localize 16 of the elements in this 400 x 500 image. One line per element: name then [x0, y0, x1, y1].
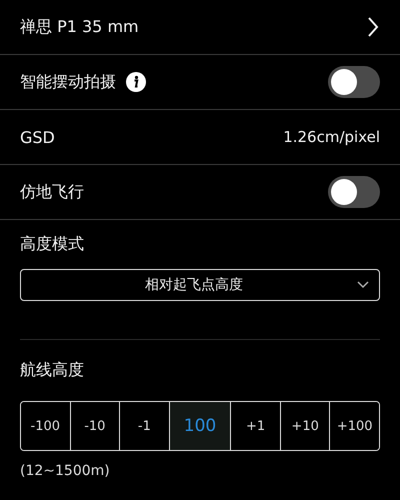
setting-value: 1.26cm/pixel [283, 128, 380, 146]
toggle-switch[interactable] [328, 176, 380, 208]
range-hint: (12~1500m) [20, 463, 110, 479]
toggle-switch[interactable] [328, 66, 380, 98]
step-button[interactable]: -100 [21, 402, 71, 450]
chevron-right-icon[interactable] [366, 16, 380, 38]
altitude-value: 100 [170, 402, 232, 450]
setting-label: 智能摆动拍摄 [20, 72, 116, 92]
setting-label: GSD [20, 128, 55, 146]
info-icon[interactable] [126, 72, 146, 92]
section-label: 航线高度 [20, 360, 84, 381]
altitude-mode-dropdown[interactable]: 相对起飞点高度 [20, 269, 380, 301]
setting-label: 仿地飞行 [20, 182, 84, 202]
section-label: 高度模式 [20, 234, 84, 255]
camera-label: 禅思 P1 35 mm [20, 16, 139, 38]
caret-icon [357, 281, 369, 289]
